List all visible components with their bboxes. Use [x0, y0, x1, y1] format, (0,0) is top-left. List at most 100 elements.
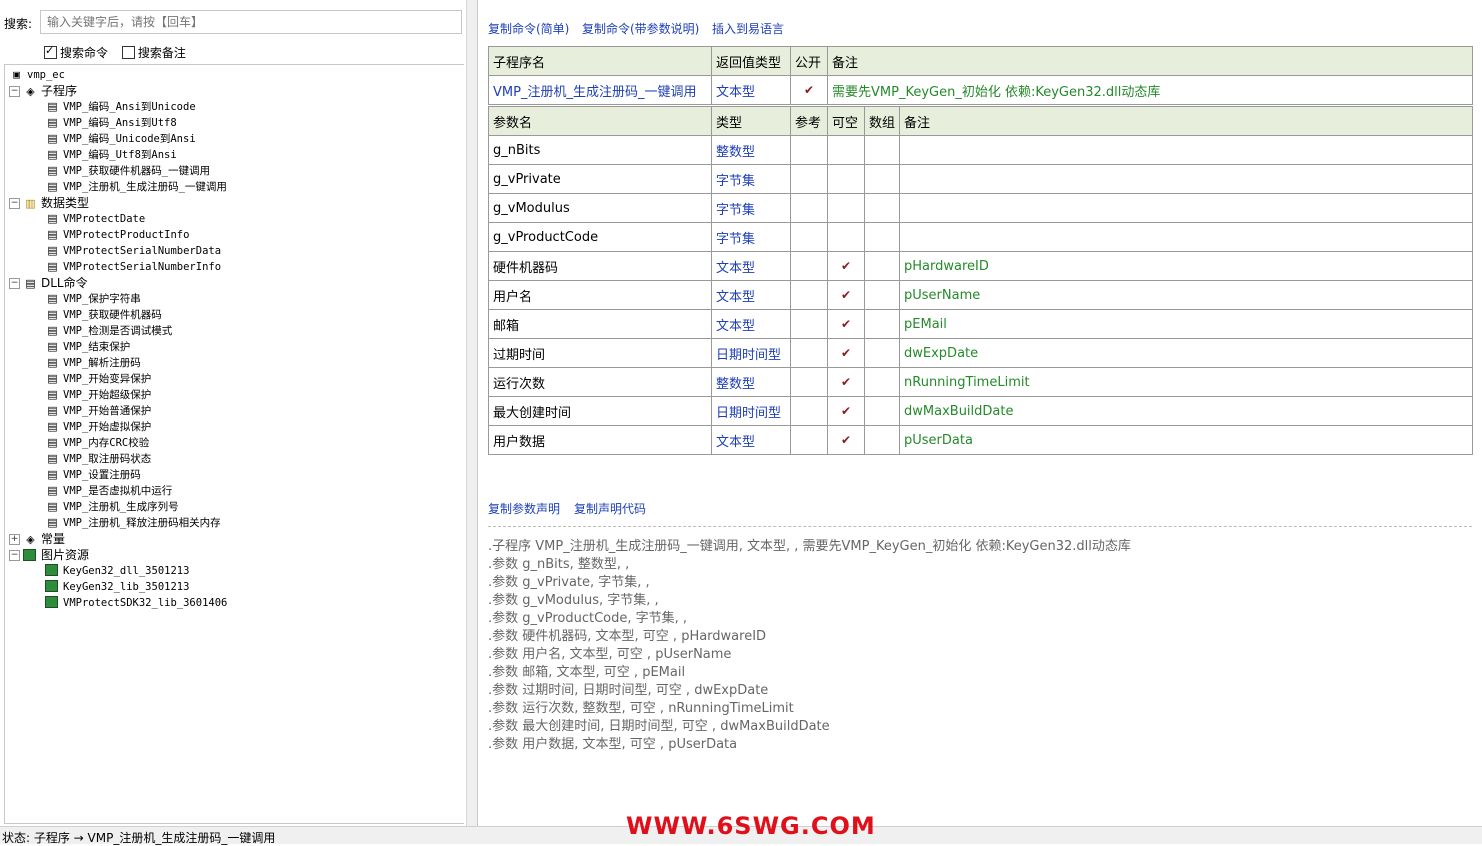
pane-splitter[interactable] — [466, 0, 478, 826]
tree-item-datatype[interactable]: ▤ VMProtectProductInfo — [45, 227, 189, 243]
copy-command-simple-link[interactable]: 复制命令(简单) — [488, 20, 569, 37]
tree-item-image[interactable]: KeyGen32_lib_3501213 — [45, 579, 189, 595]
header-param-ref: 参考 — [790, 106, 828, 136]
tree-item-dll[interactable]: ▤ VMP_保护字符串 — [45, 291, 141, 307]
filter-search-notes[interactable]: 搜索备注 — [121, 44, 186, 61]
header-return-type: 返回值类型 — [711, 46, 791, 76]
command-icon: ▤ — [47, 500, 58, 513]
command-icon: ▤ — [47, 116, 58, 129]
tree-item-dll[interactable]: ▤ VMP_设置注册码 — [45, 467, 141, 483]
tree-item-datatype[interactable]: ▤ VMProtectSerialNumberInfo — [45, 259, 221, 275]
param-array — [863, 367, 901, 397]
search-input[interactable] — [40, 10, 462, 34]
param-array — [863, 193, 901, 223]
tree-node-label: VMP_解析注册码 — [63, 357, 141, 369]
insert-to-eyuyan-link[interactable]: 插入到易语言 — [712, 20, 784, 37]
param-name: g_nBits — [488, 135, 712, 165]
command-icon: ▤ — [47, 212, 58, 225]
param-array — [863, 425, 901, 455]
tree-item-dll[interactable]: ▤ VMP_是否虚拟机中运行 — [45, 483, 172, 499]
tree-item-dll[interactable]: ▤ VMP_内存CRC校验 — [45, 435, 149, 451]
checkbox-unchecked-icon[interactable] — [121, 46, 135, 59]
tree-item-subprogram[interactable]: ▤ VMP_编码_Ansi到Utf8 — [45, 115, 176, 131]
tree-group-images[interactable]: − 图片资源 — [9, 547, 89, 563]
tree-item-subprogram[interactable]: ▤ VMP_编码_Unicode到Ansi — [45, 131, 195, 147]
checkbox-checked-icon[interactable] — [44, 44, 57, 59]
command-icon: ▤ — [47, 132, 58, 145]
param-array — [863, 309, 901, 339]
tree-item-subprogram[interactable]: ▤ VMP_编码_Utf8到Ansi — [45, 147, 177, 163]
tree-item-dll[interactable]: ▤ VMP_取注册码状态 — [45, 451, 151, 467]
tree-group-dll[interactable]: − ▤ DLL命令 — [9, 275, 88, 291]
param-nullable-check-icon: ✔ — [827, 396, 865, 426]
param-name: 最大创建时间 — [488, 396, 712, 426]
tree-root[interactable]: ▣ vmp_ec — [9, 67, 65, 83]
tree-node-label: VMP_注册机_生成序列号 — [63, 501, 179, 513]
tree-item-image[interactable]: KeyGen32_dll_3501213 — [45, 563, 189, 579]
param-row: 过期时间 日期时间型 ✔ dwExpDate — [488, 338, 1474, 368]
param-array — [863, 164, 901, 194]
collapse-toggle-icon[interactable]: − — [9, 86, 20, 97]
tree-item-subprogram[interactable]: ▤ VMP_编码_Ansi到Unicode — [45, 99, 195, 115]
tree-group-datatypes[interactable]: − ▥ 数据类型 — [9, 195, 89, 211]
header-sub-name: 子程序名 — [488, 46, 712, 76]
command-tree[interactable]: ▣ vmp_ec − ◈ 子程序 ▤ VMP_编码_Ansi到Unicode ▤ VMP_编码_… — [4, 64, 464, 824]
tree-group-subprograms[interactable]: − ◈ 子程序 — [9, 83, 77, 99]
param-array — [863, 396, 901, 426]
tree-node-label: VMP_获取硬件机器码 — [63, 309, 162, 321]
tree-item-subprogram[interactable]: ▤ VMP_注册机_生成注册码_一键调用 — [45, 179, 227, 195]
tree-group-constants[interactable]: + ◈ 常量 — [9, 531, 65, 547]
param-note: pUserData — [899, 425, 1474, 455]
declaration-line: .参数 g_nBits, 整数型, , — [488, 557, 630, 572]
command-icon: ▤ — [47, 164, 58, 177]
tree-item-dll[interactable]: ▤ VMP_检测是否调试模式 — [45, 323, 172, 339]
collapse-toggle-icon[interactable]: − — [9, 550, 20, 561]
copy-param-declaration-link[interactable]: 复制参数声明 — [488, 500, 560, 517]
expand-toggle-icon[interactable]: + — [9, 534, 20, 545]
param-ref — [790, 396, 828, 426]
collapse-toggle-icon[interactable]: − — [9, 278, 20, 289]
subprogram-group-icon: ◈ — [26, 84, 35, 98]
tree-node-label: VMP_开始普通保护 — [63, 405, 152, 417]
tree-item-dll[interactable]: ▤ VMP_开始虚拟保护 — [45, 419, 151, 435]
param-name: g_vProductCode — [488, 222, 712, 252]
header-param-name: 参数名 — [488, 106, 712, 136]
declaration-line: .参数 用户名, 文本型, 可空 , pUserName — [488, 647, 732, 662]
tree-node-label: VMP_编码_Utf8到Ansi — [63, 149, 177, 161]
command-icon: ▤ — [47, 356, 58, 369]
command-icon: ▤ — [47, 372, 58, 385]
tree-item-datatype[interactable]: ▤ VMProtectDate — [45, 211, 145, 227]
param-type: 字节集 — [711, 222, 791, 252]
filter-search-commands[interactable]: 搜索命令 — [44, 44, 108, 61]
param-type: 文本型 — [711, 280, 791, 310]
tree-item-dll[interactable]: ▤ VMP_注册机_释放注册码相关内存 — [45, 515, 220, 531]
param-row: 用户名 文本型 ✔ pUserName — [488, 280, 1474, 310]
copy-command-with-params-link[interactable]: 复制命令(带参数说明) — [582, 20, 699, 37]
param-table: 参数名 类型 参考 可空 数组 备注 g_nBits 整数型 g_vPrivate 字… — [488, 106, 1474, 455]
tree-item-dll[interactable]: ▤ VMP_解析注册码 — [45, 355, 141, 371]
param-ref — [790, 135, 828, 165]
param-array — [863, 222, 901, 252]
collapse-toggle-icon[interactable]: − — [9, 198, 20, 209]
tree-node-label: 子程序 — [41, 84, 78, 98]
tree-item-image[interactable]: VMProtectSDK32_lib_3601406 — [45, 595, 227, 611]
declaration-line: .参数 运行次数, 整数型, 可空 , nRunningTimeLimit — [488, 701, 794, 716]
command-icon: ▤ — [47, 436, 58, 449]
param-row: g_vModulus 字节集 — [488, 193, 1474, 223]
tree-item-dll[interactable]: ▤ VMP_结束保护 — [45, 339, 130, 355]
command-icon: ▤ — [47, 340, 58, 353]
tree-item-dll[interactable]: ▤ VMP_开始超级保护 — [45, 387, 151, 403]
subprogram-header-row: 子程序名 返回值类型 公开 备注 — [488, 46, 1473, 76]
command-icon: ▤ — [47, 388, 58, 401]
tree-item-dll[interactable]: ▤ VMP_获取硬件机器码 — [45, 307, 162, 323]
tree-item-dll[interactable]: ▤ VMP_开始变异保护 — [45, 371, 151, 387]
copy-declaration-code-link[interactable]: 复制声明代码 — [574, 500, 646, 517]
param-ref — [790, 280, 828, 310]
tree-item-subprogram[interactable]: ▤ VMP_获取硬件机器码_一键调用 — [45, 163, 210, 179]
tree-item-datatype[interactable]: ▤ VMProtectSerialNumberData — [45, 243, 221, 259]
tree-item-dll[interactable]: ▤ VMP_注册机_生成序列号 — [45, 499, 179, 515]
sub-return-type: 文本型 — [711, 75, 791, 105]
tree-node-label: VMP_内存CRC校验 — [63, 437, 150, 449]
tree-node-label: KeyGen32_dll_3501213 — [63, 565, 190, 577]
tree-item-dll[interactable]: ▤ VMP_开始普通保护 — [45, 403, 151, 419]
